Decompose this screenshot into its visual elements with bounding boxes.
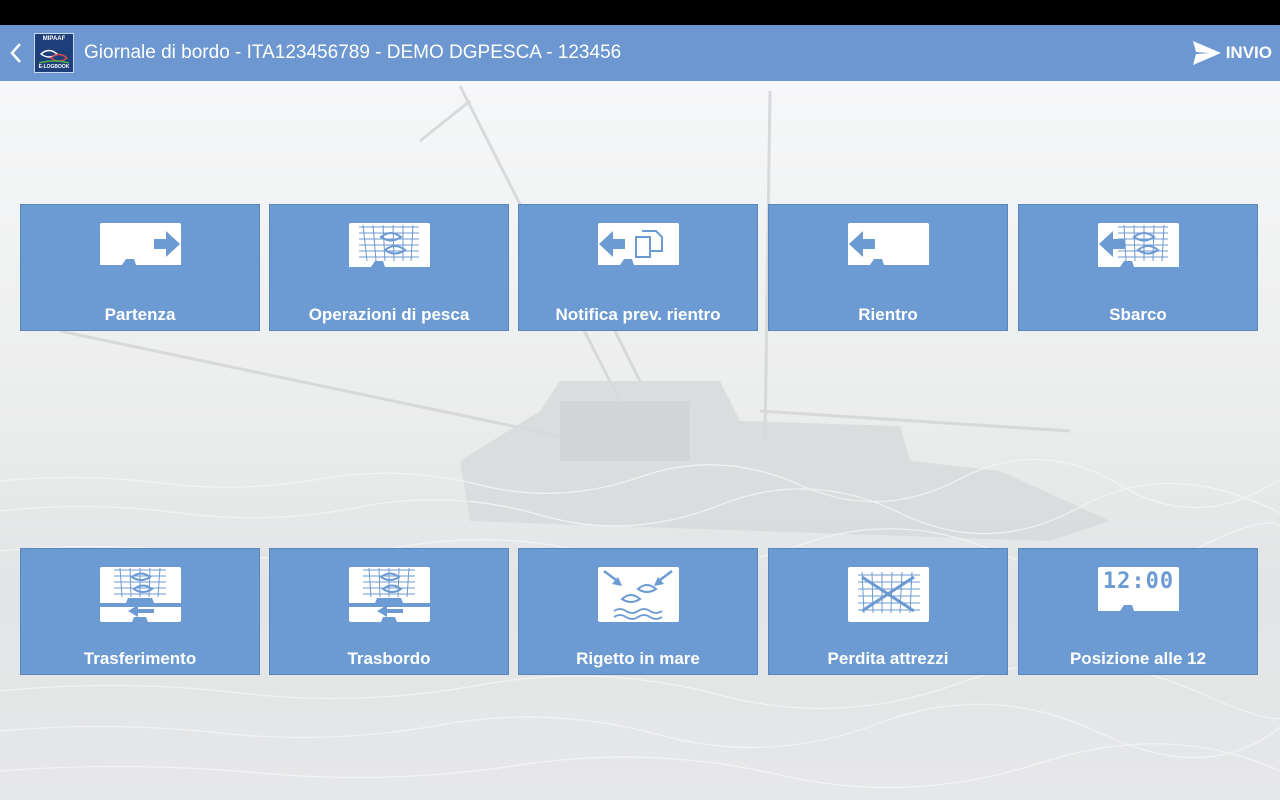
tile-rientro[interactable]: Rientro — [768, 204, 1008, 331]
discard-icon — [598, 567, 679, 622]
tile-label: Perdita attrezzi — [827, 649, 949, 668]
tile-label: Notifica prev. rientro — [555, 305, 721, 324]
return-icon — [848, 223, 929, 278]
tile-posizione-alle-12[interactable]: 12:00 Posizione alle 12 — [1018, 548, 1258, 675]
tile-label: Sbarco — [1109, 305, 1167, 324]
tile-notifica-prev-rientro[interactable]: Notifica prev. rientro — [518, 204, 758, 331]
fishing-net-icon — [349, 223, 430, 278]
tile-partenza[interactable]: Partenza — [20, 204, 260, 331]
chevron-left-icon — [10, 43, 21, 63]
tile-sbarco[interactable]: Sbarco — [1018, 204, 1258, 331]
tile-label: Trasbordo — [347, 649, 431, 668]
tile-label: Partenza — [104, 305, 176, 324]
send-button[interactable]: INVIO — [1192, 25, 1272, 81]
fishing-boat-background — [0, 85, 1280, 789]
tile-rigetto-in-mare[interactable]: Rigetto in mare — [518, 548, 758, 675]
send-icon — [1192, 41, 1221, 65]
departure-icon — [100, 223, 181, 278]
tile-operazioni-di-pesca[interactable]: Operazioni di pesca — [269, 204, 509, 331]
page-title: Giornale di bordo - ITA123456789 - DEMO … — [84, 42, 622, 63]
tile-label: Rientro — [858, 305, 918, 324]
gear-loss-icon — [848, 567, 929, 622]
tile-trasferimento[interactable]: Trasferimento — [20, 548, 260, 675]
return-notice-icon — [598, 223, 679, 278]
status-bar — [0, 0, 1280, 25]
tile-label: Operazioni di pesca — [308, 305, 470, 324]
tile-label: Posizione alle 12 — [1069, 649, 1207, 668]
main-content: Partenza Operazioni di pesca Notifica pr… — [0, 81, 1280, 800]
app-bar: MIPAAF E-LOGBOOK Giornale di bordo - ITA… — [0, 25, 1280, 81]
landing-icon — [1098, 223, 1179, 278]
tile-label: Trasferimento — [83, 649, 197, 668]
transshipment-icon — [349, 567, 430, 622]
app-logo[interactable]: MIPAAF E-LOGBOOK — [34, 33, 74, 73]
noon-position-icon: 12:00 — [1098, 567, 1179, 622]
tile-trasbordo[interactable]: Trasbordo — [269, 548, 509, 675]
transfer-icon — [100, 567, 181, 622]
tile-label: Rigetto in mare — [576, 649, 700, 668]
back-button[interactable] — [0, 25, 32, 81]
logo-bottom-text: E-LOGBOOK — [38, 64, 70, 70]
tile-perdita-attrezzi[interactable]: Perdita attrezzi — [768, 548, 1008, 675]
send-label: INVIO — [1225, 43, 1272, 62]
